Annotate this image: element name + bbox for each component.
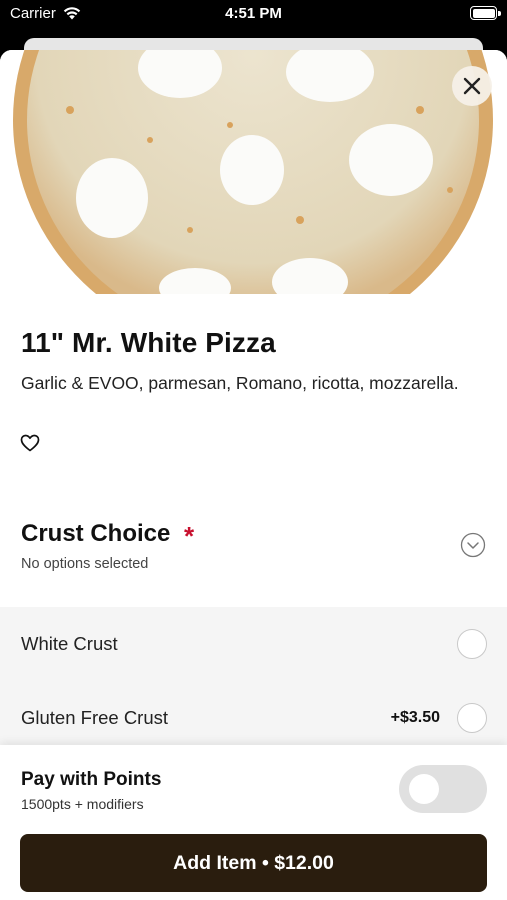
pay-with-points-label: Pay with Points <box>21 769 162 790</box>
clock: 4:51 PM <box>225 5 282 22</box>
heart-icon[interactable] <box>20 434 40 452</box>
add-item-button[interactable]: Add Item • $12.00 <box>20 834 487 892</box>
checkout-panel: Pay with Points 1500pts + modifiers Add … <box>0 745 507 900</box>
radio-button[interactable] <box>457 629 487 659</box>
close-button[interactable] <box>452 66 492 106</box>
crust-options: White Crust Gluten Free Crust +$3.50 <box>0 607 507 755</box>
radio-button[interactable] <box>457 703 487 733</box>
product-sheet: 11" Mr. White Pizza Garlic & EVOO, parme… <box>0 50 507 900</box>
selection-status: No options selected <box>21 556 149 572</box>
product-description: Garlic & EVOO, parmesan, Romano, ricotta… <box>21 373 459 393</box>
battery-icon <box>470 6 501 20</box>
chevron-down-icon[interactable] <box>460 532 486 558</box>
toggle-knob <box>409 774 439 804</box>
option-label: White Crust <box>21 633 118 654</box>
option-label: Gluten Free Crust <box>21 707 169 728</box>
points-cost: 1500pts + modifiers <box>21 796 144 812</box>
option-white-crust[interactable]: White Crust <box>0 607 507 681</box>
close-icon <box>463 77 481 95</box>
pay-with-points-toggle[interactable] <box>399 765 487 813</box>
pizza-photo <box>0 50 507 294</box>
product-image <box>0 50 507 294</box>
required-indicator: * <box>184 521 195 551</box>
product-title: 11" Mr. White Pizza <box>21 327 276 358</box>
status-bar: Carrier 4:51 PM <box>0 0 507 30</box>
crust-choice-header[interactable]: Crust Choice * No options selected <box>0 515 507 605</box>
option-price: +$3.50 <box>390 709 440 726</box>
section-title: Crust Choice <box>21 520 171 547</box>
option-gluten-free-crust[interactable]: Gluten Free Crust +$3.50 <box>0 681 507 755</box>
